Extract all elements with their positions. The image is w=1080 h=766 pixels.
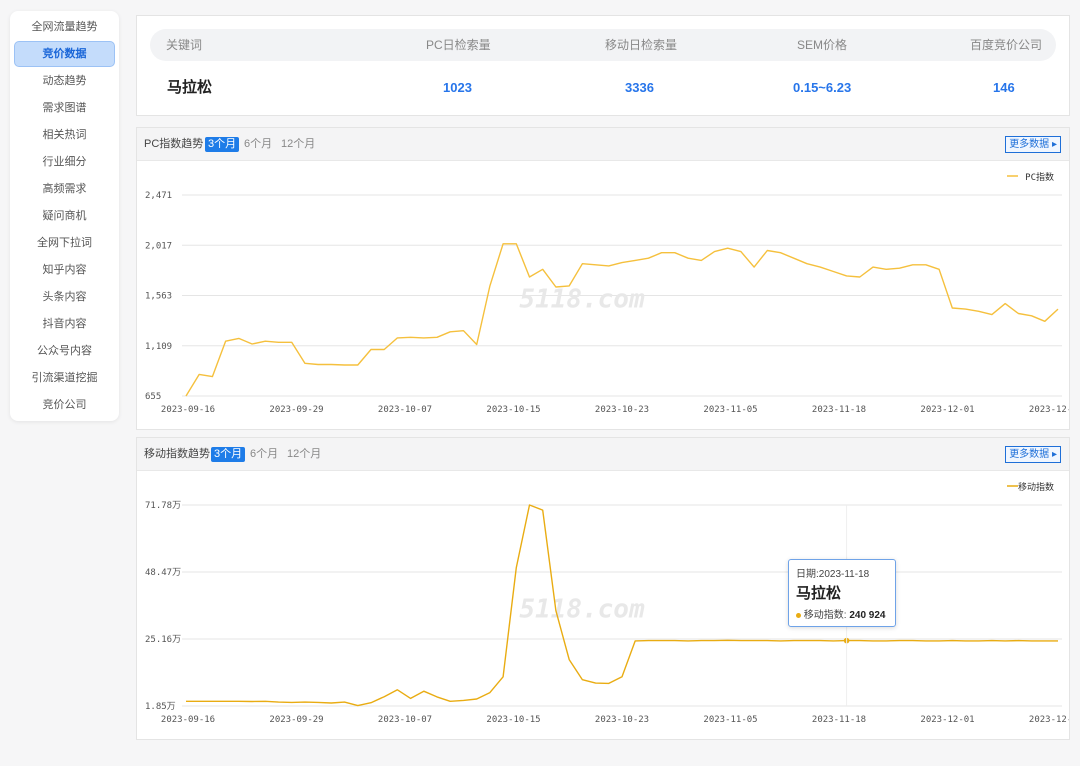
mobile-tab-12m[interactable]: 12个月 bbox=[284, 447, 324, 462]
mobile-panel-title: 移动指数趋势 bbox=[144, 448, 210, 460]
sidebar-item[interactable]: 竞价数据 bbox=[14, 41, 115, 67]
summary-header-row: 关键词 PC日检索量 移动日检索量 SEM价格 百度竞价公司 bbox=[150, 29, 1056, 61]
pc-tab-12m[interactable]: 12个月 bbox=[278, 137, 318, 152]
sidebar-item[interactable]: 高频需求 bbox=[14, 176, 115, 202]
sidebar-item[interactable]: 需求图谱 bbox=[14, 95, 115, 121]
legend-label: PC指数 bbox=[1025, 171, 1054, 183]
tooltip-keyword: 马拉松 bbox=[796, 585, 842, 602]
pc-panel-title: PC指数趋势 bbox=[144, 138, 204, 150]
legend-label: 移动指数 bbox=[1018, 481, 1054, 493]
x-tick-label: 2023-11-18 bbox=[812, 405, 866, 415]
tooltip-date: 日期:2023-11-18 bbox=[796, 569, 870, 580]
caret-right-icon: ▸ bbox=[1051, 449, 1057, 460]
header-bid-companies: 百度竞价公司 bbox=[970, 38, 1043, 52]
sidebar-item[interactable]: 全网流量趋势 bbox=[14, 14, 115, 40]
x-tick-label: 2023-12-01 bbox=[920, 715, 974, 725]
watermark-logo: 5118.com bbox=[519, 285, 645, 315]
sidebar-item[interactable]: 引流渠道挖掘 bbox=[14, 365, 115, 391]
x-tick-label: 2023-10-07 bbox=[378, 405, 432, 415]
mobile-more-data-button[interactable]: 更多数据 ▸ bbox=[1005, 446, 1061, 463]
sidebar-item[interactable]: 全网下拉词 bbox=[14, 230, 115, 256]
mobile-panel-header: 移动指数趋势 3个月 6个月 12个月 更多数据 ▸ bbox=[137, 438, 1069, 471]
series-line bbox=[185, 243, 1059, 397]
y-tick-label: 1.85万 bbox=[145, 702, 176, 712]
x-tick-label: 2023-10-23 bbox=[595, 715, 649, 725]
y-tick-label: 1,109 bbox=[145, 342, 172, 352]
pc-tab-3m[interactable]: 3个月 bbox=[205, 137, 240, 152]
sidebar-item[interactable]: 知乎内容 bbox=[14, 257, 115, 283]
y-tick-label: 25.16万 bbox=[145, 635, 181, 645]
x-tick-label: 2023-10-23 bbox=[595, 405, 649, 415]
pc-panel-header: PC指数趋势 3个月 6个月 12个月 更多数据 ▸ bbox=[137, 128, 1069, 161]
x-tick-label: 2023-12-01 bbox=[920, 405, 974, 415]
x-tick-label: 2023-10-15 bbox=[486, 405, 540, 415]
tooltip-series-row: 移动指数: 240 924 bbox=[796, 606, 888, 621]
header-mobile-volume: 移动日检索量 bbox=[605, 38, 678, 52]
caret-right-icon: ▸ bbox=[1051, 139, 1057, 150]
mobile-volume-value[interactable]: 3336 bbox=[625, 78, 654, 98]
sidebar-item[interactable]: 相关热词 bbox=[14, 122, 115, 148]
x-tick-label: 2023-10-07 bbox=[378, 715, 432, 725]
y-tick-label: 2,017 bbox=[145, 241, 172, 251]
pc-index-panel: PC指数趋势 3个月 6个月 12个月 更多数据 ▸ PC指数 655 1,109 1… bbox=[136, 127, 1070, 430]
x-tick-label: 2023-11-05 bbox=[703, 715, 757, 725]
y-tick-label: 2,471 bbox=[145, 191, 172, 201]
x-tick-label: 2023-12-13 bbox=[1029, 405, 1069, 415]
mobile-tab-3m[interactable]: 3个月 bbox=[211, 447, 246, 462]
x-tick-label: 2023-12-13 bbox=[1029, 715, 1069, 725]
mobile-index-chart: 移动指数 1.85万 25.16万 48.47万 71.78万 5118.com 2023-… bbox=[145, 481, 1069, 725]
x-tick-label: 2023-11-05 bbox=[703, 405, 757, 415]
chart-tooltip: 日期:2023-11-18 马拉松 移动指数: 240 924 bbox=[788, 559, 896, 627]
mobile-tab-6m[interactable]: 6个月 bbox=[247, 447, 281, 462]
y-tick-label: 48.47万 bbox=[145, 568, 181, 578]
y-tick-label: 71.78万 bbox=[145, 501, 181, 511]
x-tick-label: 2023-11-18 bbox=[812, 715, 866, 725]
tooltip-series-name: 移动指数: bbox=[803, 610, 847, 621]
series-dot-icon bbox=[796, 612, 801, 618]
sidebar-item[interactable]: 抖音内容 bbox=[14, 311, 115, 337]
pc-tab-6m[interactable]: 6个月 bbox=[241, 137, 275, 152]
sem-price-value: 0.15~6.23 bbox=[793, 80, 852, 95]
sidebar-item[interactable]: 竞价公司 bbox=[14, 392, 115, 418]
bid-companies-value[interactable]: 146 bbox=[993, 78, 1015, 98]
keyword-value: 马拉松 bbox=[167, 79, 213, 96]
pc-volume-value[interactable]: 1023 bbox=[443, 78, 472, 98]
x-tick-label: 2023-09-29 bbox=[269, 405, 323, 415]
sidebar-item[interactable]: 动态趋势 bbox=[14, 68, 115, 94]
x-tick-label: 2023-09-16 bbox=[161, 715, 215, 725]
pc-more-data-button[interactable]: 更多数据 ▸ bbox=[1005, 136, 1061, 153]
mobile-index-panel: 移动指数趋势 3个月 6个月 12个月 更多数据 ▸ 移动指数 1.85万 25.1… bbox=[136, 437, 1070, 740]
y-tick-label: 655 bbox=[145, 392, 161, 402]
x-tick-label: 2023-10-15 bbox=[486, 715, 540, 725]
sidebar-item[interactable]: 公众号内容 bbox=[14, 338, 115, 364]
sidebar-item[interactable]: 头条内容 bbox=[14, 284, 115, 310]
header-sem-price: SEM价格 bbox=[797, 38, 848, 52]
sidebar-nav: 全网流量趋势 竞价数据 动态趋势 需求图谱 相关热词 行业细分 高频需求 疑问商机 全网下拉词知… bbox=[10, 11, 119, 421]
sidebar-item[interactable]: 疑问商机 bbox=[14, 203, 115, 229]
keyword-summary-card: 关键词 PC日检索量 移动日检索量 SEM价格 百度竞价公司 马拉松 1023 … bbox=[136, 15, 1070, 116]
y-tick-label: 1,563 bbox=[145, 292, 172, 302]
header-keyword: 关键词 bbox=[166, 38, 203, 52]
tooltip-value: 240 924 bbox=[849, 610, 886, 621]
pc-index-chart: PC指数 655 1,109 1,563 2,017 2,471 5118.com 2023-… bbox=[145, 171, 1069, 415]
x-tick-label: 2023-09-16 bbox=[161, 405, 215, 415]
sidebar-item[interactable]: 行业细分 bbox=[14, 149, 115, 175]
header-pc-volume: PC日检索量 bbox=[426, 38, 491, 52]
x-tick-label: 2023-09-29 bbox=[269, 715, 323, 725]
watermark-logo: 5118.com bbox=[519, 595, 645, 625]
